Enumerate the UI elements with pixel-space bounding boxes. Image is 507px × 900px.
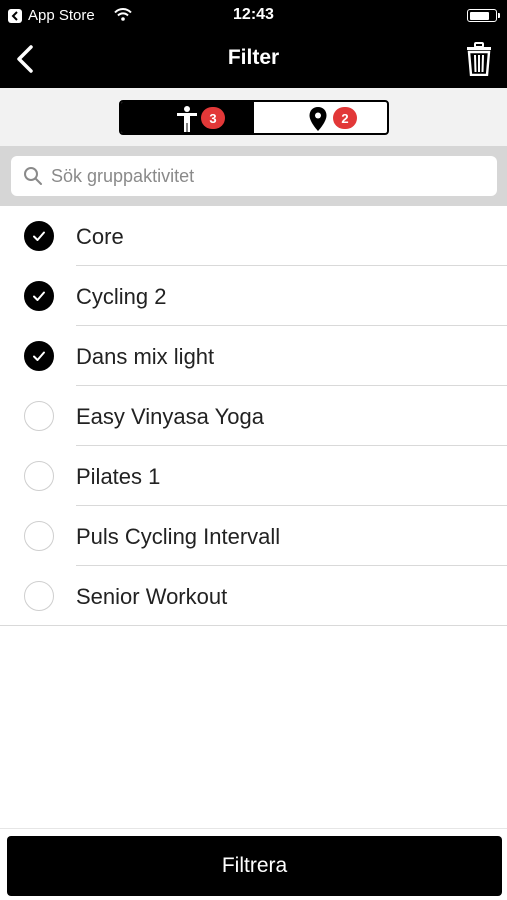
divider [0, 625, 507, 626]
list-item[interactable]: Core [0, 206, 507, 266]
status-bar: App Store 12:43 [0, 0, 507, 30]
list-item[interactable]: Cycling 2 [0, 266, 507, 326]
trash-icon [467, 42, 491, 76]
activity-filter-tab[interactable]: 3 [121, 102, 254, 133]
filter-type-segmented-control: 3 2 [119, 100, 389, 135]
location-pin-icon [308, 106, 328, 133]
activity-count-badge: 3 [201, 107, 225, 129]
empty-circle-icon[interactable] [24, 521, 54, 551]
location-filter-tab[interactable]: 2 [254, 102, 387, 133]
footer: Filtrera [0, 828, 507, 900]
segment-area: 3 2 [0, 88, 507, 146]
activity-label: Pilates 1 [76, 464, 161, 489]
empty-circle-icon[interactable] [24, 401, 54, 431]
page-title: Filter [227, 46, 280, 69]
delete-button[interactable] [461, 40, 497, 78]
activity-list: Core Cycling 2 Dans mix light Easy Vinyasa … [0, 206, 507, 626]
activity-label: Dans mix light [76, 344, 215, 369]
empty-circle-icon[interactable] [24, 461, 54, 491]
battery-level [469, 11, 489, 20]
list-item[interactable]: Dans mix light [0, 326, 507, 386]
location-count-badge: 2 [333, 107, 357, 129]
checkmark-circle-icon[interactable] [24, 281, 54, 311]
search-box [11, 156, 497, 196]
search-icon [23, 166, 43, 186]
activity-label: Puls Cycling Intervall [76, 524, 281, 549]
navigation-bar: Filter [0, 30, 507, 88]
status-time: 12:43 [233, 6, 274, 23]
activity-label: Senior Workout [76, 584, 228, 609]
search-area [0, 146, 507, 206]
checkmark-circle-icon[interactable] [24, 221, 54, 251]
list-item[interactable]: Pilates 1 [0, 446, 507, 506]
battery-icon [467, 9, 500, 22]
empty-circle-icon[interactable] [24, 581, 54, 611]
search-input[interactable] [51, 165, 471, 187]
list-item[interactable]: Senior Workout [0, 566, 507, 626]
activity-label: Easy Vinyasa Yoga [76, 404, 264, 429]
person-icon [175, 105, 199, 133]
activity-label: Cycling 2 [76, 284, 167, 309]
list-item[interactable]: Puls Cycling Intervall [0, 506, 507, 566]
checkmark-circle-icon[interactable] [24, 341, 54, 371]
list-item[interactable]: Easy Vinyasa Yoga [0, 386, 507, 446]
filter-button[interactable]: Filtrera [7, 836, 502, 896]
activity-label: Core [76, 224, 124, 249]
